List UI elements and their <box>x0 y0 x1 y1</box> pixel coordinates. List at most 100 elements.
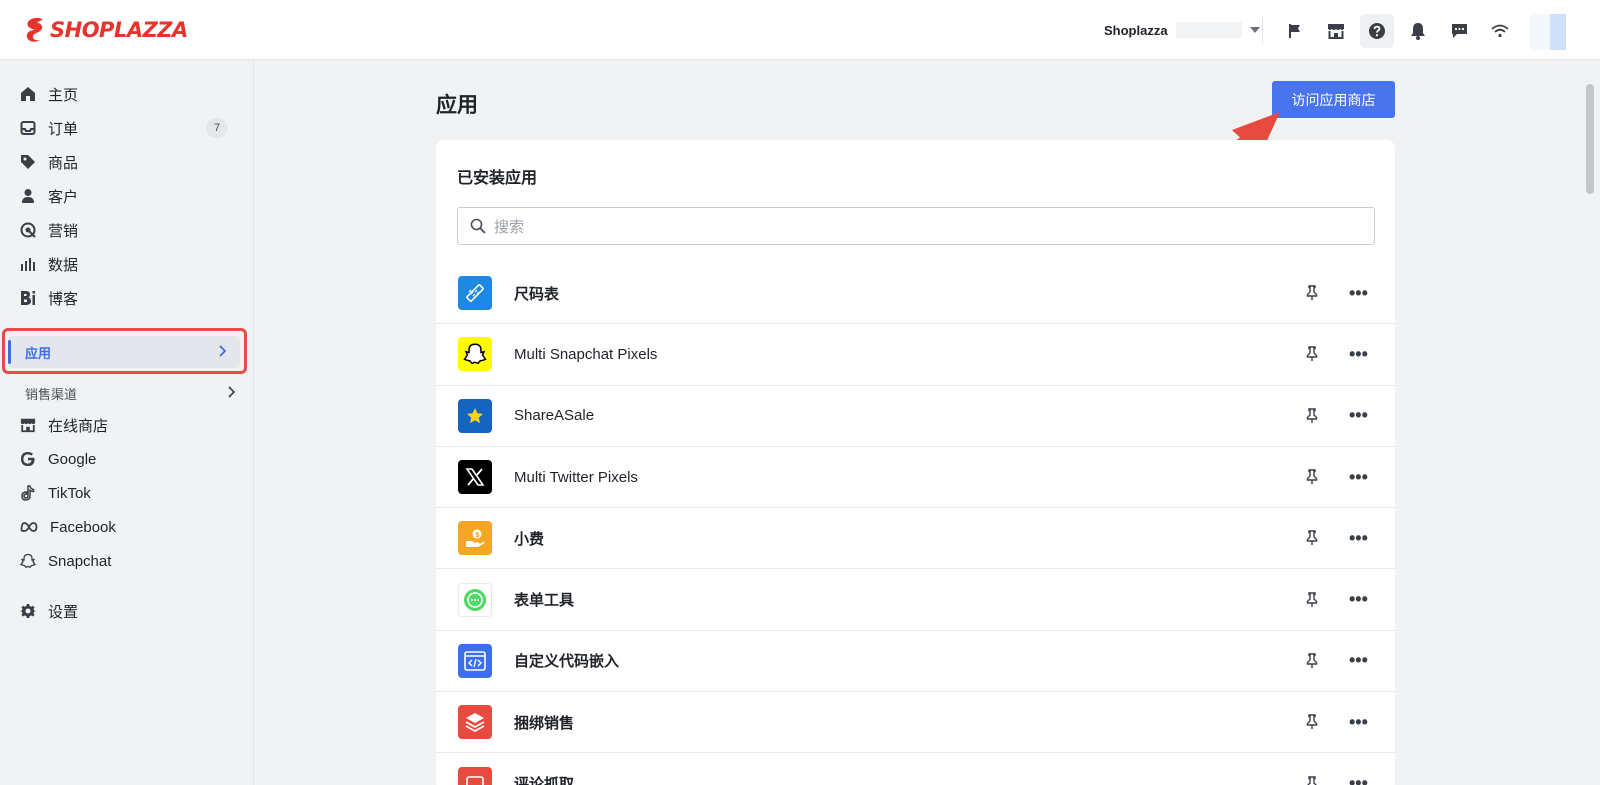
svg-text:$: $ <box>475 531 480 539</box>
snapchat-icon <box>20 553 36 568</box>
sidebar-item-orders[interactable]: 订单 7 <box>20 114 234 142</box>
more-options-icon[interactable]: ••• <box>1349 528 1368 549</box>
page-scrollbar[interactable] <box>1582 60 1600 785</box>
person-icon <box>22 189 34 203</box>
app-row-form-tool[interactable]: 表单工具 ••• <box>436 569 1395 631</box>
sidebar-item-label: 设置 <box>48 603 79 621</box>
installed-apps-card: 已安装应用 搜索 尺码表 ••• Multi Snapchat Pixels •… <box>436 140 1395 785</box>
more-options-icon[interactable]: ••• <box>1349 650 1368 671</box>
more-options-icon[interactable]: ••• <box>1349 405 1368 426</box>
sidebar-item-label: 客户 <box>48 188 79 206</box>
store-switcher[interactable]: Shoplazza <box>1104 22 1260 38</box>
bell-icon[interactable] <box>1401 14 1435 48</box>
more-options-icon[interactable]: ••• <box>1349 712 1368 733</box>
page-title: 应用 <box>436 94 478 117</box>
more-options-icon[interactable]: ••• <box>1349 773 1368 785</box>
sidebar-item-settings[interactable]: 设置 <box>20 597 234 625</box>
target-icon <box>20 222 36 238</box>
sidebar-item-label: Google <box>48 450 97 468</box>
sales-channels-label: 销售渠道 <box>25 387 78 402</box>
sidebar-item-label: 博客 <box>48 290 79 308</box>
sidebar-item-label: 营销 <box>48 222 79 240</box>
chat-bubble-icon <box>458 582 492 617</box>
sidebar-item-label: 主页 <box>48 86 79 104</box>
app-row-review-scraper[interactable]: 评论抓取 ••• <box>436 753 1395 785</box>
search-placeholder: 搜索 <box>494 218 525 236</box>
sidebar-item-products[interactable]: 商品 <box>20 148 234 176</box>
chat-icon[interactable] <box>1442 14 1476 48</box>
pin-icon[interactable] <box>1306 775 1318 785</box>
tag-icon <box>21 155 35 169</box>
app-name: 捆绑销售 <box>514 714 575 732</box>
sidebar-item-marketing[interactable]: 营销 <box>20 216 234 244</box>
inbox-icon <box>20 121 36 135</box>
sidebar-item-blog[interactable]: 博客 <box>20 284 234 312</box>
flag-icon[interactable] <box>1278 14 1312 48</box>
x-icon <box>458 460 492 495</box>
app-row-bundle-sales[interactable]: 捆绑销售 ••• <box>436 692 1395 754</box>
app-row-custom-code[interactable]: 自定义代码嵌入 ••• <box>436 631 1395 693</box>
pin-icon[interactable] <box>1306 591 1318 608</box>
tiktok-icon <box>21 485 35 501</box>
search-input[interactable]: 搜索 <box>457 207 1375 245</box>
visit-app-store-button[interactable]: 访问应用商店 <box>1272 81 1395 118</box>
top-bar: SHOPLAZZA Shoplazza <box>0 0 1600 60</box>
logo-text: SHOPLAZZA <box>50 18 188 42</box>
sidebar-item-tiktok[interactable]: TikTok <box>20 479 234 507</box>
app-name: 尺码表 <box>514 285 560 303</box>
sidebar-item-facebook[interactable]: Facebook <box>20 513 234 541</box>
installed-apps-title: 已安装应用 <box>457 170 538 187</box>
logo-mark-icon <box>26 18 43 42</box>
shoplazza-logo[interactable]: SHOPLAZZA <box>24 17 188 43</box>
sidebar-item-label: 应用 <box>25 345 52 361</box>
pin-icon[interactable] <box>1306 714 1318 730</box>
sidebar-item-label: 订单 <box>48 120 79 138</box>
more-options-icon[interactable]: ••• <box>1349 589 1368 610</box>
more-options-icon[interactable]: ••• <box>1349 344 1368 365</box>
wifi-icon[interactable] <box>1483 14 1517 48</box>
ruler-icon <box>458 276 492 311</box>
google-icon <box>21 452 35 466</box>
scrollbar-thumb[interactable] <box>1586 84 1594 194</box>
pin-icon[interactable] <box>1306 285 1318 301</box>
app-name: 评论抓取 <box>514 776 575 785</box>
pin-icon[interactable] <box>1306 408 1318 424</box>
more-options-icon[interactable]: ••• <box>1349 283 1368 304</box>
app-row-size-chart[interactable]: 尺码表 ••• <box>436 263 1395 325</box>
app-name: Multi Snapchat Pixels <box>514 345 658 363</box>
app-row-tips[interactable]: $ 小费 ••• <box>436 508 1395 570</box>
more-options-icon[interactable]: ••• <box>1349 467 1368 488</box>
pin-icon[interactable] <box>1306 530 1318 546</box>
help-icon[interactable] <box>1360 14 1394 48</box>
app-row-multi-snapchat-pixels[interactable]: Multi Snapchat Pixels ••• <box>436 324 1395 386</box>
app-name: 小费 <box>514 530 545 548</box>
store-icon[interactable] <box>1319 14 1353 48</box>
sidebar-item-analytics[interactable]: 数据 <box>20 250 234 278</box>
search-icon <box>470 218 486 234</box>
app-row-shareasale[interactable]: ShareASale ••• <box>436 386 1395 447</box>
pin-icon[interactable] <box>1306 469 1318 485</box>
pin-icon[interactable] <box>1306 346 1318 362</box>
app-row-multi-twitter-pixels[interactable]: Multi Twitter Pixels ••• <box>436 447 1395 509</box>
sidebar-item-label: Snapchat <box>48 552 112 570</box>
caret-down-icon <box>1249 27 1260 33</box>
sidebar-item-google[interactable]: Google <box>20 445 234 473</box>
sidebar-item-customers[interactable]: 客户 <box>20 182 234 210</box>
avatar[interactable] <box>1530 14 1566 50</box>
sidebar-item-snapchat[interactable]: Snapchat <box>20 547 234 575</box>
sidebar-item-label: Facebook <box>50 518 116 536</box>
sidebar-item-online-store[interactable]: 在线商店 <box>20 411 234 439</box>
sidebar-item-label: 数据 <box>48 256 79 274</box>
topbar-divider <box>1262 18 1263 44</box>
app-list: 尺码表 ••• Multi Snapchat Pixels ••• ShareA… <box>436 263 1395 785</box>
chevron-right-icon <box>219 345 226 357</box>
home-icon <box>21 87 35 101</box>
pin-icon[interactable] <box>1306 653 1318 669</box>
sidebar: 主页 订单 7 商品 客户 营销 数据 博客 应用 销售渠道 在线商店 Goog <box>0 60 254 785</box>
sidebar-item-apps[interactable]: 应用 <box>8 336 240 368</box>
app-name: 表单工具 <box>514 592 575 610</box>
app-name: 自定义代码嵌入 <box>514 653 620 671</box>
snapchat-icon <box>458 337 492 372</box>
sales-channels-header[interactable]: 销售渠道 <box>25 384 235 403</box>
sidebar-item-home[interactable]: 主页 <box>20 80 234 108</box>
